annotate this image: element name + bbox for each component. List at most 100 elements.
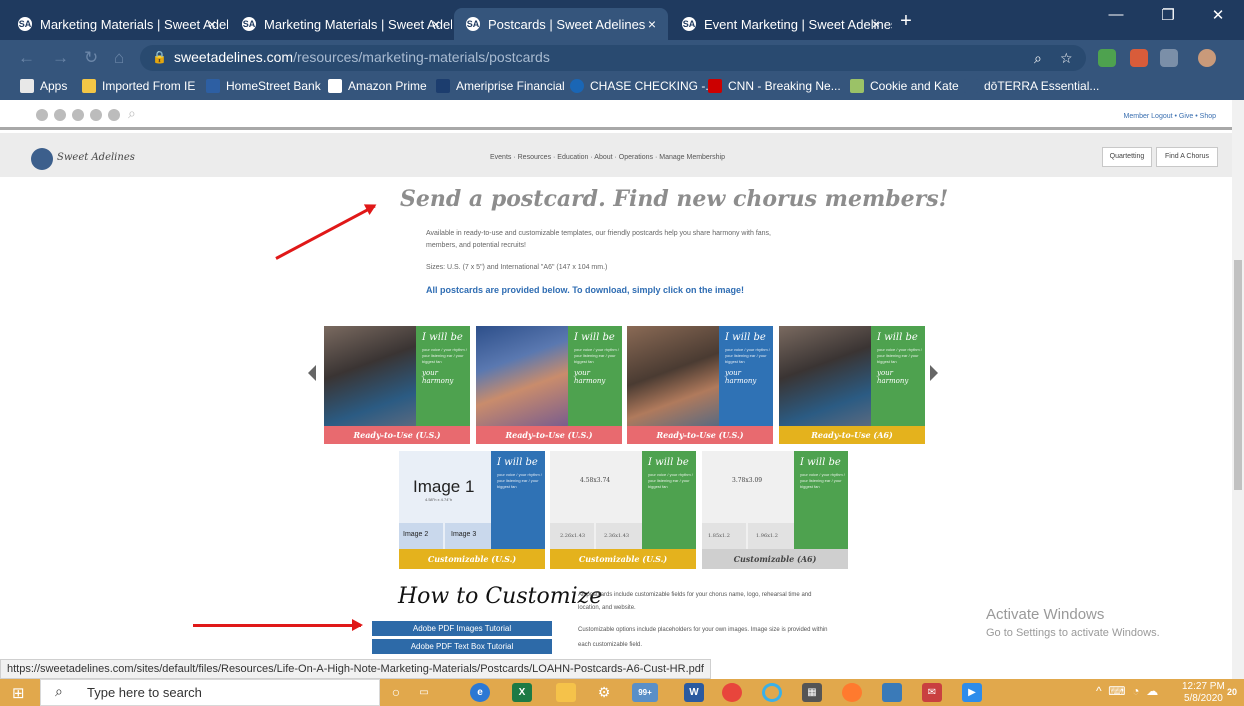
customization-text: Customizable options include placeholder… bbox=[578, 627, 828, 633]
scrollbar-thumb[interactable] bbox=[1234, 260, 1242, 490]
browser-tab[interactable]: SA Marketing Materials | Sweet Adel × bbox=[6, 8, 228, 40]
taskbar-clock[interactable]: 12:27 PM 5/8/2020 bbox=[1182, 681, 1225, 705]
browser-tab[interactable]: SA Marketing Materials | Sweet Adel × bbox=[230, 8, 452, 40]
bookmark-ameriprise[interactable]: Ameriprise Financial bbox=[436, 79, 565, 93]
postcard-customizable-us[interactable]: Image 1 4.58"h x 4.74"h Image 2 Image 3 … bbox=[399, 451, 545, 569]
minimize-icon[interactable]: — bbox=[1096, 6, 1136, 23]
chrome-icon[interactable] bbox=[722, 683, 742, 702]
logo-emblem-icon bbox=[31, 148, 53, 170]
reload-icon[interactable]: ↻ bbox=[84, 48, 98, 68]
close-icon[interactable]: × bbox=[648, 16, 656, 32]
restore-icon[interactable]: ❐ bbox=[1148, 6, 1188, 24]
bookmark-doterra[interactable]: dōTERRA Essential... bbox=[964, 79, 1099, 93]
forward-arrow-icon[interactable]: → bbox=[52, 48, 69, 68]
carousel-next-icon[interactable] bbox=[930, 365, 938, 381]
file-explorer-icon[interactable] bbox=[556, 683, 576, 702]
adobe-pdf-text-box-tutorial-button[interactable]: Adobe PDF Text Box Tutorial bbox=[372, 639, 552, 654]
settings-gear-icon[interactable]: ⚙ bbox=[594, 683, 614, 702]
firefox-icon[interactable] bbox=[842, 683, 862, 702]
download-note: All postcards are provided below. To dow… bbox=[426, 285, 745, 295]
profile-avatar[interactable] bbox=[1198, 49, 1216, 67]
instagram-icon[interactable] bbox=[72, 109, 84, 121]
taskbar-search-box[interactable]: ⌕ Type here to search bbox=[40, 679, 380, 706]
star-bookmark-icon[interactable]: ☆ bbox=[1060, 50, 1073, 67]
quartetting-button[interactable]: Quartetting bbox=[1102, 147, 1152, 167]
back-arrow-icon[interactable]: ← bbox=[18, 48, 35, 68]
chorus-photo bbox=[627, 326, 719, 426]
page-scrollbar[interactable] bbox=[1232, 100, 1244, 679]
mail-badge-icon[interactable]: 99+ bbox=[632, 683, 658, 702]
twitter-icon[interactable] bbox=[54, 109, 66, 121]
chorus-photo bbox=[476, 326, 568, 426]
excel-icon[interactable]: X bbox=[512, 683, 532, 702]
find-a-chorus-button[interactable]: Find A Chorus bbox=[1156, 147, 1218, 167]
home-icon[interactable]: ⌂ bbox=[114, 48, 124, 68]
bookmark-homestreet-bank[interactable]: HomeStreet Bank bbox=[206, 79, 321, 93]
postcard-panel: I will be your voice / your rhythm / you… bbox=[871, 326, 925, 426]
bookmark-apps[interactable]: Apps bbox=[20, 79, 67, 93]
doterra-icon bbox=[964, 79, 978, 93]
window-close-icon[interactable]: ✕ bbox=[1198, 6, 1238, 24]
store-icon[interactable] bbox=[882, 683, 902, 702]
search-icon: ⌕ bbox=[55, 683, 63, 699]
close-icon[interactable]: × bbox=[872, 16, 880, 32]
tab-title: Marketing Materials | Sweet Adel bbox=[40, 17, 228, 32]
site-main-menu[interactable]: Events · Resources · Education · About ·… bbox=[490, 154, 725, 161]
facebook-icon[interactable] bbox=[36, 109, 48, 121]
site-search-icon[interactable]: ⌕ bbox=[128, 105, 136, 122]
site-top-strip: ⌕ Member Logout • Give • Shop bbox=[0, 100, 1244, 130]
cnn-icon bbox=[708, 79, 722, 93]
web-page: ⌕ Member Logout • Give • Shop Sweet Adel… bbox=[0, 100, 1244, 679]
task-view-icon[interactable]: ▭ bbox=[414, 683, 434, 702]
pinterest-icon[interactable] bbox=[108, 109, 120, 121]
browser-tab-active[interactable]: SA Postcards | Sweet Adelines × bbox=[454, 8, 668, 40]
bookmark-cnn[interactable]: CNN - Breaking Ne... bbox=[708, 79, 841, 93]
apps-grid-icon bbox=[20, 79, 34, 93]
browser-tab[interactable]: SA Event Marketing | Sweet Adelines × bbox=[670, 8, 892, 40]
cortana-ring-icon[interactable] bbox=[762, 683, 782, 702]
new-tab-button[interactable]: + bbox=[894, 10, 918, 32]
close-icon[interactable]: × bbox=[208, 16, 216, 32]
notifications-icon[interactable]: 20 bbox=[1222, 683, 1242, 702]
bookmarks-bar: Apps Imported From IE HomeStreet Bank Am… bbox=[0, 76, 1244, 100]
postcard-panel: I will be your voice / your rhythm / you… bbox=[568, 326, 622, 426]
folder-icon bbox=[82, 79, 96, 93]
bookmark-cookie-and-kate[interactable]: Cookie and Kate bbox=[850, 79, 959, 93]
address-bar[interactable]: 🔒 sweetadelines.com/resources/marketing-… bbox=[140, 45, 1086, 71]
sweet-adelines-logo[interactable]: Sweet Adelines bbox=[31, 148, 135, 170]
customization-text: each customizable field. bbox=[578, 642, 643, 648]
zoom-icon[interactable]: ▶ bbox=[962, 683, 982, 702]
carousel-prev-icon[interactable] bbox=[308, 365, 316, 381]
edge-browser-icon[interactable]: e bbox=[470, 683, 490, 702]
postcard-caption: Ready-to-Use (U.S.) bbox=[476, 426, 622, 444]
postcard-ready-a6[interactable]: I will be your voice / your rhythm / you… bbox=[779, 326, 925, 444]
postcard-customizable-us[interactable]: 4.58x3.74 2.26x1.43 2.36x1.43 I will be … bbox=[550, 451, 696, 569]
bookmark-chase[interactable]: CHASE CHECKING -... bbox=[570, 79, 715, 93]
close-icon[interactable]: × bbox=[432, 16, 440, 32]
bookmark-amazon-prime[interactable]: Amazon Prime bbox=[328, 79, 427, 93]
mail-icon[interactable]: ✉ bbox=[922, 683, 942, 702]
annotation-arrow bbox=[275, 204, 376, 260]
chorus-photo bbox=[324, 326, 416, 426]
extension-icon[interactable] bbox=[1130, 49, 1148, 67]
sweet-adelines-favicon-icon: SA bbox=[242, 17, 256, 31]
extension-icon[interactable] bbox=[1160, 49, 1178, 67]
system-tray[interactable]: ^ ⌨ ◔ ☁ bbox=[1096, 684, 1158, 698]
member-links[interactable]: Member Logout • Give • Shop bbox=[1124, 113, 1216, 120]
postcard-ready-us[interactable]: I will be your voice / your rhythm / you… bbox=[324, 326, 470, 444]
windows-start-icon[interactable]: ⊞ bbox=[12, 684, 25, 702]
extension-icon[interactable] bbox=[1098, 49, 1116, 67]
postcard-ready-us[interactable]: I will be your voice / your rhythm / you… bbox=[476, 326, 622, 444]
calculator-icon[interactable]: ▦ bbox=[802, 683, 822, 702]
postcard-ready-us[interactable]: I will be your voice / your rhythm / you… bbox=[627, 326, 773, 444]
bookmark-imported-from-ie[interactable]: Imported From IE bbox=[82, 79, 195, 93]
adobe-pdf-images-tutorial-button[interactable]: Adobe PDF Images Tutorial bbox=[372, 621, 552, 636]
search-icon[interactable]: ⌕ bbox=[1034, 50, 1042, 67]
cortana-icon[interactable]: ○ bbox=[386, 683, 406, 702]
postcard-caption: Customizable (A6) bbox=[702, 549, 848, 569]
word-icon[interactable]: W bbox=[684, 683, 704, 702]
postcard-customizable-a6[interactable]: 3.78x3.09 1.85x1.2 1.96x1.2 I will be yo… bbox=[702, 451, 848, 569]
sweet-adelines-favicon-icon: SA bbox=[466, 17, 480, 31]
youtube-icon[interactable] bbox=[90, 109, 102, 121]
postcard-panel: I will be your voice / your rhythm / you… bbox=[794, 451, 848, 549]
